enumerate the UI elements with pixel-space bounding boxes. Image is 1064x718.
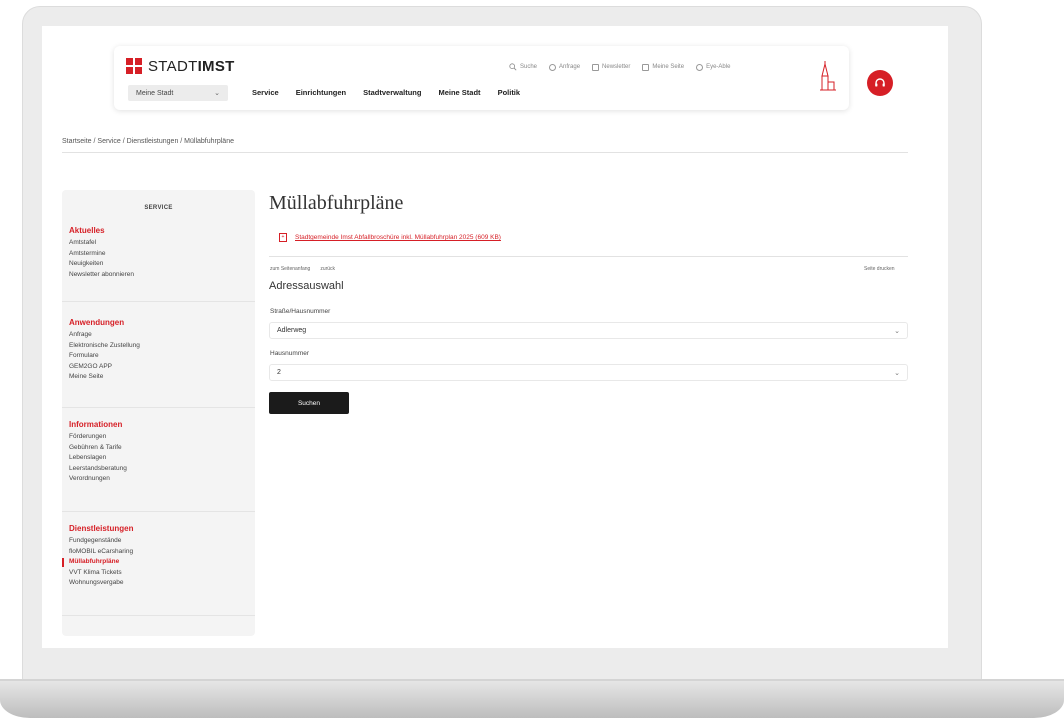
- util-newsletter[interactable]: Newsletter: [592, 63, 630, 71]
- sidebar-item-elektronische-zustellung[interactable]: Elektronische Zustellung: [69, 341, 248, 352]
- city-select-value: Meine Stadt: [136, 89, 174, 97]
- help-headset-button[interactable]: [867, 70, 893, 96]
- util-newsletter-label: Newsletter: [602, 64, 631, 70]
- sidebar-item-flomobil[interactable]: floMOBIL eCarsharing: [69, 547, 248, 558]
- sidebar-section-title[interactable]: Informationen: [69, 420, 248, 429]
- back-link[interactable]: zurück: [320, 266, 335, 272]
- sidebar-section-dienstleistungen: Dienstleistungen Fundgegenstände floMOBI…: [62, 524, 255, 616]
- chat-icon: [549, 63, 557, 71]
- content-divider: [269, 256, 908, 257]
- house-number-select[interactable]: 2 ⌄: [269, 364, 908, 381]
- section-title: Adressauswahl: [269, 280, 344, 292]
- sidebar-section-anwendungen: Anwendungen Anfrage Elektronische Zustel…: [62, 318, 255, 408]
- sidebar-item-leerstandsberatung[interactable]: Leerstandsberatung: [69, 464, 248, 475]
- sidebar-item-gem2go-app[interactable]: GEM2GO APP: [69, 362, 248, 373]
- sidebar-item-muellabfuhrplaene[interactable]: Müllabfuhrpläne: [62, 557, 248, 568]
- sidebar-item-wohnungsvergabe[interactable]: Wohnungsvergabe: [69, 578, 248, 589]
- chevron-down-icon: ⌄: [894, 369, 900, 377]
- print-page-link[interactable]: Seite drucken: [864, 266, 895, 272]
- to-top-link[interactable]: zum Seitenanfang: [270, 266, 310, 272]
- site-header: STADTIMST Meine Stadt ⌄ Service Einricht…: [114, 46, 893, 110]
- main-nav: Service Einrichtungen Stadtverwaltung Me…: [252, 88, 520, 97]
- utility-nav: Suche Anfrage Newsletter Meine Seite Eye…: [509, 63, 730, 71]
- pdf-file-icon: +: [279, 233, 287, 242]
- breadcrumb[interactable]: Startseite / Service / Dienstleistungen …: [62, 138, 234, 145]
- sidebar: SERVICE Aktuelles Amtstafel Amtstermine …: [62, 190, 255, 636]
- sidebar-section-title[interactable]: Anwendungen: [69, 318, 248, 327]
- logo-text: STADTIMST: [148, 57, 235, 75]
- sidebar-item-verordnungen[interactable]: Verordnungen: [69, 474, 248, 485]
- sidebar-item-vvt-klima-tickets[interactable]: VVT Klima Tickets: [69, 568, 248, 579]
- sidebar-item-lebenslagen[interactable]: Lebenslagen: [69, 453, 248, 464]
- sidebar-section-informationen: Informationen Förderungen Gebühren & Tar…: [62, 420, 255, 512]
- sidebar-item-foerderungen[interactable]: Förderungen: [69, 432, 248, 443]
- nav-item-stadtverwaltung[interactable]: Stadtverwaltung: [363, 88, 421, 97]
- search-icon: [509, 63, 517, 71]
- laptop-screen: STADTIMST Meine Stadt ⌄ Service Einricht…: [42, 26, 948, 648]
- sidebar-item-anfrage[interactable]: Anfrage: [69, 330, 248, 341]
- newsletter-icon: [592, 63, 600, 71]
- util-search[interactable]: Suche: [509, 63, 537, 71]
- coat-of-arms-icon: [126, 58, 142, 74]
- house-number-label: Hausnummer: [270, 350, 310, 357]
- pdf-download-link[interactable]: + Stadtgemeinde Imst Abfallbroschüre ink…: [279, 233, 501, 242]
- util-meine-seite[interactable]: Meine Seite: [642, 63, 684, 71]
- sidebar-item-amtstafel[interactable]: Amtstafel: [69, 238, 248, 249]
- search-button[interactable]: Suchen: [269, 392, 349, 414]
- sidebar-item-gebuehren-tarife[interactable]: Gebühren & Tarife: [69, 443, 248, 454]
- street-label: Straße/Hausnummer: [270, 308, 331, 315]
- nav-item-politik[interactable]: Politik: [498, 88, 521, 97]
- sidebar-section-aktuelles: Aktuelles Amtstafel Amtstermine Neuigkei…: [62, 226, 255, 302]
- sidebar-section-title[interactable]: Aktuelles: [69, 226, 248, 235]
- nav-item-meine-stadt[interactable]: Meine Stadt: [438, 88, 480, 97]
- chevron-down-icon: ⌄: [894, 327, 900, 335]
- sidebar-item-formulare[interactable]: Formulare: [69, 351, 248, 362]
- util-search-label: Suche: [520, 64, 538, 70]
- street-select-value: Adlerweg: [277, 327, 307, 334]
- util-eye-able-label: Eye-Able: [706, 64, 731, 70]
- util-anfrage[interactable]: Anfrage: [549, 63, 580, 71]
- breadcrumb-divider: [62, 152, 908, 153]
- sidebar-item-amtstermine[interactable]: Amtstermine: [69, 249, 248, 260]
- laptop-base: [0, 681, 1064, 718]
- sidebar-section-title[interactable]: Dienstleistungen: [69, 524, 248, 533]
- sidebar-item-neuigkeiten[interactable]: Neuigkeiten: [69, 259, 248, 270]
- accessibility-icon: [696, 63, 704, 71]
- pdf-link-text: Stadtgemeinde Imst Abfallbroschüre inkl.…: [295, 234, 501, 241]
- house-number-select-value: 2: [277, 369, 281, 376]
- sidebar-heading: SERVICE: [144, 205, 173, 211]
- site-logo[interactable]: STADTIMST: [126, 56, 235, 76]
- page-tools: zum Seitenanfang zurück: [270, 266, 335, 272]
- nav-item-einrichtungen[interactable]: Einrichtungen: [296, 88, 346, 97]
- street-select[interactable]: Adlerweg ⌄: [269, 322, 908, 339]
- user-icon: [642, 63, 650, 71]
- util-anfrage-label: Anfrage: [559, 64, 581, 70]
- page-title: Müllabfuhrpläne: [269, 192, 404, 214]
- util-meine-seite-label: Meine Seite: [652, 64, 685, 70]
- sidebar-item-fundgegenstaende[interactable]: Fundgegenstände: [69, 536, 248, 547]
- nav-item-service[interactable]: Service: [252, 88, 279, 97]
- sidebar-item-newsletter-abonnieren[interactable]: Newsletter abonnieren: [69, 270, 248, 281]
- util-eye-able[interactable]: Eye-Able: [696, 63, 730, 71]
- headset-icon: [875, 78, 885, 87]
- chevron-down-icon: ⌄: [214, 90, 220, 97]
- church-icon[interactable]: [818, 60, 838, 92]
- sidebar-item-meine-seite[interactable]: Meine Seite: [69, 372, 248, 383]
- city-select[interactable]: Meine Stadt ⌄: [128, 85, 228, 101]
